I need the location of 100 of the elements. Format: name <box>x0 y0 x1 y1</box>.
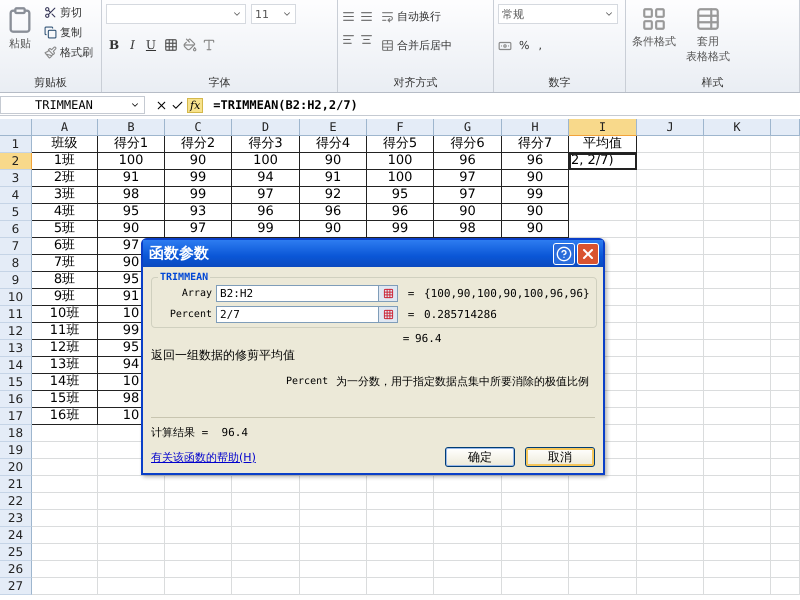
table-cell <box>704 289 771 306</box>
column-header[interactable]: F <box>367 119 434 136</box>
row-header[interactable]: 20 <box>0 459 32 476</box>
row-header[interactable]: 19 <box>0 442 32 459</box>
table-cell <box>637 578 704 595</box>
column-header[interactable]: A <box>32 119 98 136</box>
cancel-button[interactable]: 取消 <box>525 447 595 467</box>
align-middle-icon <box>360 10 373 23</box>
row-header[interactable]: 15 <box>0 374 32 391</box>
row-header[interactable]: 12 <box>0 323 32 340</box>
column-header[interactable]: J <box>637 119 704 136</box>
formula-result: 96.4 <box>415 332 442 345</box>
row-header[interactable]: 11 <box>0 306 32 323</box>
row-header[interactable]: 8 <box>0 255 32 272</box>
table-cell: 100 <box>232 153 300 170</box>
column-header[interactable] <box>771 119 800 136</box>
close-button[interactable] <box>577 242 599 264</box>
table-cell <box>637 187 704 204</box>
table-cell <box>569 527 637 544</box>
table-cell: 12班 <box>32 340 98 357</box>
table-cell <box>637 510 704 527</box>
table-cell <box>232 561 300 578</box>
italic-button[interactable]: I <box>127 38 138 52</box>
table-format-button[interactable]: 套用 表格格式 <box>684 4 732 74</box>
column-header[interactable]: B <box>98 119 165 136</box>
row-header[interactable]: 9 <box>0 272 32 289</box>
wrap-text-button[interactable]: 自动换行 <box>379 8 454 25</box>
table-cell: 97 <box>232 187 300 204</box>
table-cell <box>771 561 800 578</box>
row-header[interactable]: 16 <box>0 391 32 408</box>
row-header[interactable]: 26 <box>0 561 32 578</box>
merge-center-button[interactable]: 合并后居中 <box>379 37 454 54</box>
table-cell: 1班 <box>32 153 98 170</box>
table-cell <box>637 255 704 272</box>
row-header[interactable]: 6 <box>0 221 32 238</box>
column-header[interactable]: C <box>165 119 232 136</box>
row-header[interactable]: 18 <box>0 425 32 442</box>
row-header[interactable]: 17 <box>0 408 32 425</box>
column-header[interactable]: E <box>300 119 367 136</box>
column-header[interactable]: G <box>434 119 502 136</box>
table-cell <box>771 578 800 595</box>
number-format-field[interactable]: 常规 <box>498 4 618 24</box>
table-cell <box>502 493 569 510</box>
cut-button[interactable]: 剪切 <box>42 4 95 21</box>
format-painter-button[interactable]: 格式刷 <box>42 44 95 61</box>
table-cell <box>704 323 771 340</box>
row-header[interactable]: 24 <box>0 527 32 544</box>
percent-button[interactable]: % <box>517 38 532 53</box>
name-box[interactable]: TRIMMEAN <box>0 96 145 114</box>
conditional-format-button[interactable]: 条件格式 <box>630 4 678 74</box>
column-header[interactable]: D <box>232 119 300 136</box>
row-header[interactable]: 5 <box>0 204 32 221</box>
group-label: 字体 <box>208 75 232 91</box>
table-cell <box>32 527 98 544</box>
table-cell <box>637 391 704 408</box>
table-cell <box>704 425 771 442</box>
help-link[interactable]: 有关该函数的帮助(H) <box>151 450 435 464</box>
row-header[interactable]: 3 <box>0 170 32 187</box>
underline-button[interactable]: U <box>142 38 160 52</box>
table-cell <box>300 493 367 510</box>
help-button[interactable] <box>553 242 575 264</box>
row-header[interactable]: 25 <box>0 544 32 561</box>
row-header[interactable]: 22 <box>0 493 32 510</box>
row-header[interactable]: 23 <box>0 510 32 527</box>
row-header[interactable]: 27 <box>0 578 32 595</box>
row-header[interactable]: 7 <box>0 238 32 255</box>
table-cell <box>637 136 704 153</box>
row-header[interactable]: 21 <box>0 476 32 493</box>
row-header[interactable]: 14 <box>0 357 32 374</box>
row-header[interactable]: 10 <box>0 289 32 306</box>
select-all-corner[interactable] <box>0 119 32 136</box>
argument-field[interactable]: B2:H2 <box>216 285 398 302</box>
comma-button[interactable]: , <box>536 38 544 53</box>
table-cell <box>637 357 704 374</box>
table-cell <box>704 187 771 204</box>
font-name-field[interactable] <box>106 4 246 24</box>
argument-field[interactable]: 2/7 <box>216 306 398 323</box>
table-cell <box>569 204 637 221</box>
row-header[interactable]: 4 <box>0 187 32 204</box>
column-header[interactable]: K <box>704 119 771 136</box>
table-cell <box>704 221 771 238</box>
ok-button[interactable]: 确定 <box>445 447 515 467</box>
calculation-result: 计算结果 = 96.4 <box>151 425 249 440</box>
table-cell <box>300 578 367 595</box>
column-header[interactable]: I <box>569 119 637 136</box>
row-header[interactable]: 2 <box>0 153 32 170</box>
paste-button[interactable]: 粘贴 <box>4 4 36 74</box>
table-cell <box>232 476 300 493</box>
bold-button[interactable]: B <box>106 38 122 52</box>
column-header[interactable]: H <box>502 119 569 136</box>
insert-function-button[interactable]: fx <box>187 98 204 112</box>
row-header[interactable]: 1 <box>0 136 32 153</box>
table-cell <box>232 578 300 595</box>
formula-field[interactable]: =TRIMMEAN(B2:H2,2/7) <box>213 98 358 112</box>
font-size-field[interactable]: 11 <box>251 4 296 24</box>
table-cell <box>637 527 704 544</box>
copy-button[interactable]: 复制 <box>42 24 95 41</box>
table-cell <box>637 408 704 425</box>
table-cell <box>367 493 434 510</box>
row-header[interactable]: 13 <box>0 340 32 357</box>
